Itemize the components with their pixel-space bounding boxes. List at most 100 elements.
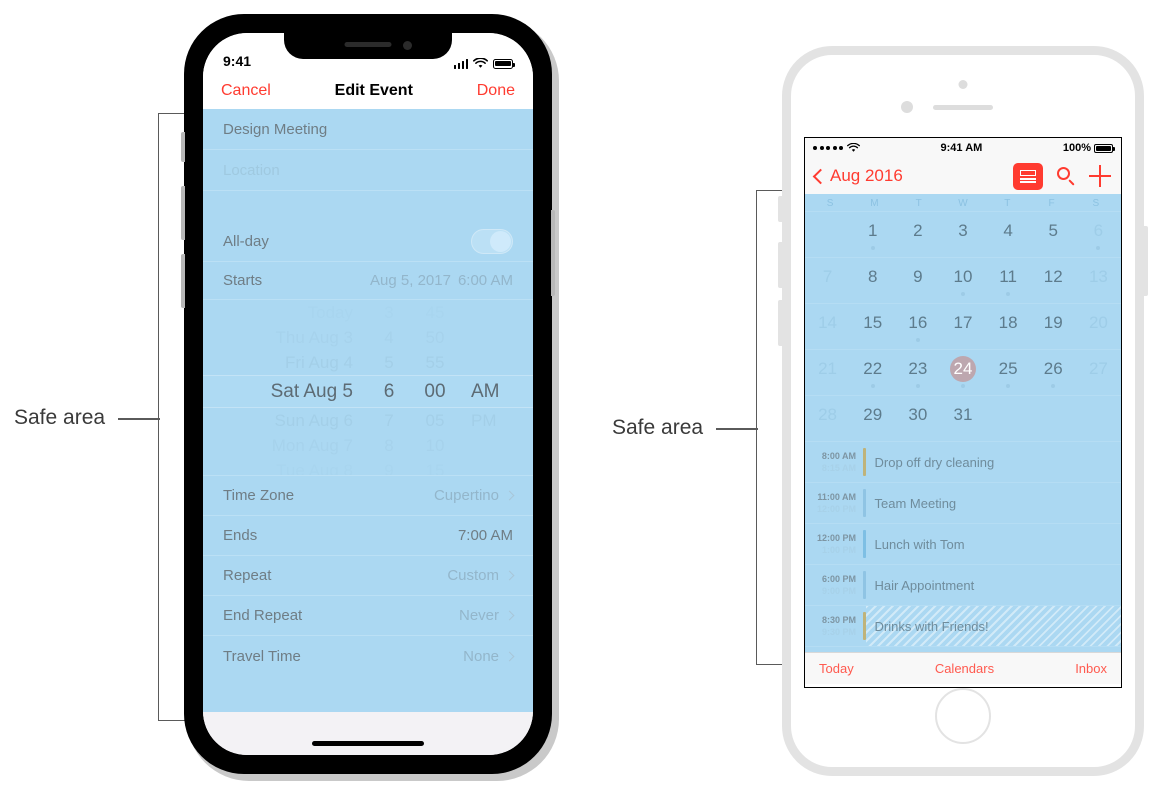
calendar-day-cell[interactable]: 6 [1076,212,1121,257]
calendar-day-number: 23 [908,359,928,378]
calendar-day-cell[interactable]: 14 [805,304,850,349]
event-start-time: 12:00 PM [816,533,856,543]
picker-ampm: AM [471,380,500,402]
volume-down-button[interactable] [778,300,783,346]
picker-minute: 15 [425,460,445,476]
home-indicator[interactable] [312,741,424,746]
calendar-day-number: 28 [818,405,838,424]
event-start-time: 8:30 PM [821,615,856,625]
today-button[interactable]: Today [819,661,854,676]
calendar-day-cell[interactable]: 24 [940,350,985,395]
event-title-field[interactable]: Design Meeting [203,109,533,150]
event-indicator-dot [1006,292,1011,296]
volume-up-button[interactable] [181,186,185,240]
event-list-item[interactable]: 8:00 AM 8:15 AM Drop off dry cleaning [805,442,1121,483]
back-button[interactable]: Aug 2016 [812,166,903,186]
event-list-item[interactable]: 11:00 AM 12:00 PM Team Meeting [805,483,1121,524]
calendar-day-cell[interactable]: 22 [850,350,895,395]
inbox-button[interactable]: Inbox [1075,661,1107,676]
timezone-row[interactable]: Time Zone Cupertino [203,476,533,516]
mute-switch-button[interactable] [778,196,783,222]
calendar-day-cell[interactable]: 30 [895,396,940,441]
calendar-day-cell[interactable]: 28 [805,396,850,441]
calendar-day-cell[interactable]: 17 [940,304,985,349]
calendar-day-number: 2 [913,221,923,240]
event-start-time: 11:00 AM [817,492,856,502]
search-icon[interactable] [1056,166,1076,186]
picker-row: Today 3 45 [203,300,533,325]
calendar-day-cell[interactable]: 12 [1031,258,1076,303]
done-button[interactable]: Done [477,82,515,100]
all-day-toggle[interactable] [471,228,513,254]
event-times: 12:00 PM 1:00 PM [805,524,863,564]
picker-row: Fri Aug 4 5 55 [203,350,533,375]
calendar-day-cell[interactable]: 7 [805,258,850,303]
picker-day: Mon Aug 7 [271,435,353,455]
calendar-day-cell[interactable]: 26 [1031,350,1076,395]
calendar-day-number [995,402,1021,428]
calendar-day-cell[interactable]: 1 [850,212,895,257]
event-end-time: 1:00 PM [821,545,856,555]
travel-time-label: Travel Time [223,647,301,665]
calendar-day-cell[interactable]: 3 [940,212,985,257]
starts-row[interactable]: Starts Aug 5, 2017 6:00 AM [203,262,533,300]
calendar-day-cell[interactable]: 13 [1076,258,1121,303]
calendar-day-number: 3 [958,221,968,240]
travel-time-row[interactable]: Travel Time None [203,636,533,676]
ends-row[interactable]: Ends 7:00 AM [203,516,533,556]
volume-down-button[interactable] [181,254,185,308]
event-list-item[interactable]: 12:00 PM 1:00 PM Lunch with Tom [805,524,1121,565]
calendar-day-cell[interactable]: 11 [986,258,1031,303]
cancel-button[interactable]: Cancel [221,82,271,100]
event-end-time: 8:15 AM [821,463,856,473]
calendar-day-cell[interactable]: 10 [940,258,985,303]
event-list-item[interactable]: 6:00 PM 9:00 PM Hair Appointment [805,565,1121,606]
list-view-button[interactable] [1013,162,1043,190]
calendar-day-cell[interactable]: 2 [895,212,940,257]
calendar-day-cell[interactable]: 16 [895,304,940,349]
calendar-day-cell[interactable]: 19 [1031,304,1076,349]
volume-up-button[interactable] [778,242,783,288]
calendar-day-cell[interactable]: 4 [986,212,1031,257]
date-time-picker[interactable]: Today 3 45 Thu Aug 3 4 50 Fri Aug 4 5 55… [203,300,533,476]
home-button[interactable] [935,688,991,744]
location-field[interactable]: Location [203,150,533,191]
safe-area-content: S M T W T F S 1 2 3 4 5 6 7 8 9 10 11 12 13 14 15 16 17 1… [805,194,1121,652]
event-list[interactable]: 8:00 AM 8:15 AM Drop off dry cleaning 11:00… [805,441,1121,647]
calendar-day-cell[interactable]: 8 [850,258,895,303]
repeat-row[interactable]: Repeat Custom [203,556,533,596]
weekday-label: M [870,198,879,209]
calendars-button[interactable]: Calendars [935,661,994,676]
nav-actions [1013,162,1111,190]
calendar-day-cell[interactable]: 31 [940,396,985,441]
calendar-grid[interactable]: 1 2 3 4 5 6 7 8 9 10 11 12 13 14 15 16 17 18 19 20 21 22 23 24 2… [805,211,1121,441]
calendar-day-cell[interactable]: 18 [986,304,1031,349]
proximity-sensor-icon [901,101,913,113]
earpiece-speaker-icon [933,105,993,110]
event-title: Drinks with Friends! [865,606,1121,646]
event-list-item[interactable]: 8:30 PM 9:30 PM Drinks with Friends! [805,606,1121,647]
all-day-row[interactable]: All-day [203,221,533,262]
below-safe-area-region [203,712,533,755]
calendar-day-cell[interactable]: 21 [805,350,850,395]
calendar-day-cell[interactable]: 15 [850,304,895,349]
safe-area-label-left: Safe area [14,406,106,429]
end-repeat-value: Never [458,607,499,624]
add-event-icon[interactable] [1089,165,1111,187]
calendar-day-cell[interactable]: 5 [1031,212,1076,257]
end-repeat-row[interactable]: End Repeat Never [203,596,533,636]
calendar-day-cell[interactable]: 27 [1076,350,1121,395]
tab-bar: Today Calendars Inbox [805,652,1121,684]
calendar-day-cell[interactable]: 23 [895,350,940,395]
calendar-day-number: 30 [908,405,928,424]
power-button[interactable] [551,210,555,296]
calendar-day-number: 6 [1093,221,1104,240]
calendar-day-cell[interactable]: 20 [1076,304,1121,349]
mute-switch-button[interactable] [181,132,185,162]
power-button[interactable] [1143,226,1148,296]
calendar-week-row: 1 2 3 4 5 6 [805,211,1121,257]
calendar-day-cell[interactable]: 25 [986,350,1031,395]
calendar-day-cell[interactable]: 29 [850,396,895,441]
calendar-day-cell[interactable]: 9 [895,258,940,303]
battery-icon [493,58,516,69]
